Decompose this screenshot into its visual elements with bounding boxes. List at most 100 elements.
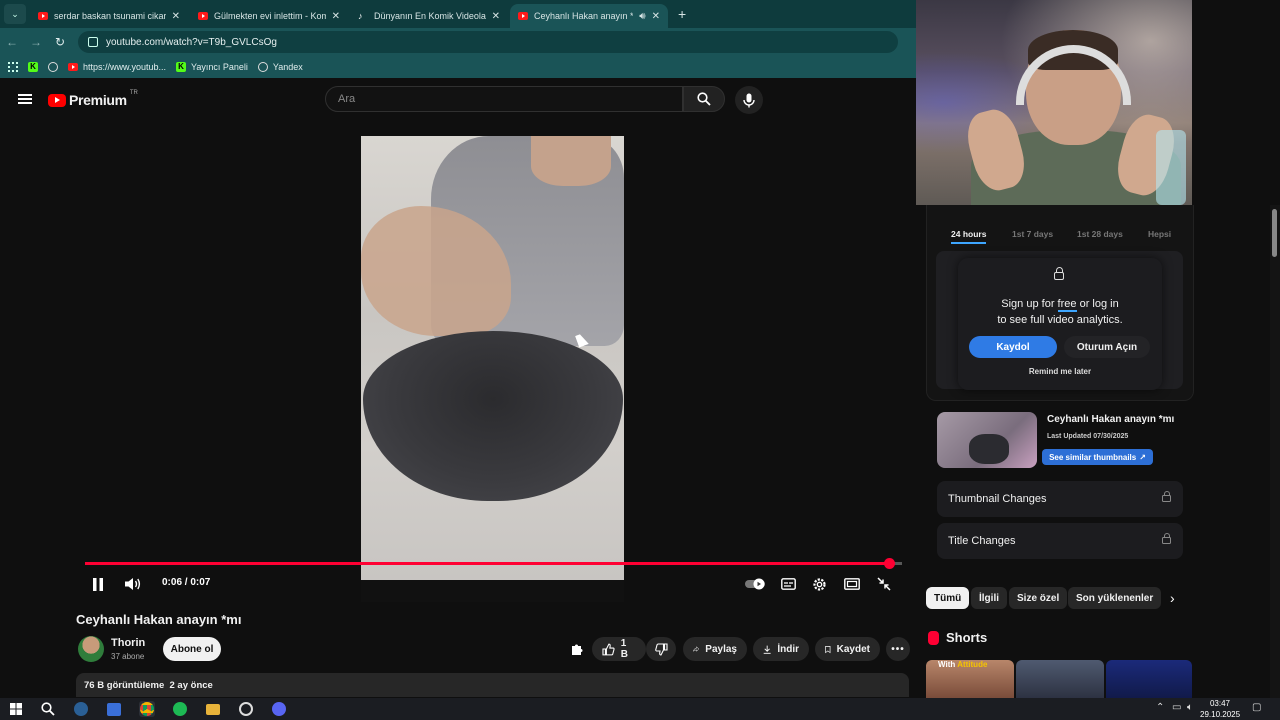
short-thumbnail[interactable] <box>1016 660 1104 698</box>
theater-mode-button[interactable] <box>841 574 863 594</box>
dislike-button[interactable] <box>646 637 676 661</box>
browser-tab-4[interactable]: Ceyhanlı Hakan anayın *mı 🔊︎ ✕ <box>510 4 668 28</box>
chevron-up-icon[interactable]: ⌃ <box>1156 702 1164 713</box>
search-icon[interactable] <box>40 701 56 717</box>
webcam-bottle <box>1156 130 1186 205</box>
close-icon[interactable]: ✕ <box>332 11 340 22</box>
chrome-icon[interactable] <box>139 701 155 717</box>
subscribe-button[interactable]: Abone ol <box>163 637 221 661</box>
thumbs-down-icon <box>654 642 668 656</box>
voice-search-button[interactable] <box>735 86 763 114</box>
back-icon[interactable]: ← <box>0 35 24 49</box>
chip-recently-uploaded[interactable]: Son yüklenenler <box>1068 587 1162 609</box>
thumbnail-preview[interactable] <box>937 412 1037 468</box>
network-icon[interactable]: ▭ <box>1172 702 1181 713</box>
extension-button[interactable] <box>566 637 588 661</box>
login-button[interactable]: Oturum Açın <box>1064 336 1150 358</box>
video-player[interactable]: 0:06 / 0:07 <box>0 122 916 604</box>
site-info-icon[interactable] <box>88 37 98 47</box>
short-thumbnail[interactable] <box>1106 660 1192 698</box>
range-tab-28d[interactable]: 1st 28 days <box>1077 229 1123 239</box>
youtube-logo[interactable]: Premium TR <box>48 90 138 108</box>
chevron-right-icon[interactable]: › <box>1170 590 1175 606</box>
channel-name[interactable]: Thorin <box>111 637 145 649</box>
browser-tab-2[interactable]: Gülmekten evi inlettim - Komik ✕ <box>190 4 348 28</box>
popup-text: Sign up for <box>1001 298 1058 310</box>
browser-tab-1[interactable]: serdar baskan tsunami cikaralı 2... ✕ <box>30 4 188 28</box>
fullscreen-button[interactable] <box>874 574 894 594</box>
external-link-icon: ↗ <box>1139 452 1146 462</box>
download-button[interactable]: İndir <box>753 637 809 661</box>
tab-label: Gülmekten evi inlettim - Komik <box>214 11 326 21</box>
chip-all[interactable]: Tümü <box>926 587 970 609</box>
close-icon[interactable]: ✕ <box>172 11 180 22</box>
notifications-icon[interactable]: ▢ <box>1252 702 1261 713</box>
close-icon[interactable]: ✕ <box>492 11 500 22</box>
channel-avatar[interactable] <box>78 636 104 662</box>
share-button[interactable]: Paylaş <box>683 637 747 661</box>
description-box[interactable]: 76 B görüntüleme 2 ay önce <box>76 673 909 697</box>
video-title: Ceyhanlı Hakan anayın *mı <box>76 612 242 627</box>
video-bowl <box>363 331 623 501</box>
taskbar-clock[interactable]: 03:47 29.10.2025 <box>1200 698 1240 720</box>
obs-icon[interactable] <box>238 701 254 717</box>
subtitles-icon <box>780 578 796 590</box>
bookmark-item[interactable]: Yandex <box>257 62 303 72</box>
search-button[interactable] <box>683 86 725 112</box>
chip-for-you[interactable]: Size özel <box>1009 587 1068 609</box>
pause-button[interactable] <box>88 574 108 594</box>
caption-yellow: Attitude <box>957 660 988 669</box>
thumbnail-changes-row[interactable]: Thumbnail Changes <box>937 481 1183 517</box>
spotify-icon[interactable] <box>172 701 188 717</box>
more-actions-button[interactable]: ••• <box>886 637 910 661</box>
tiktok-icon: ♪ <box>358 11 363 21</box>
page-scrollbar[interactable] <box>1270 205 1280 698</box>
like-button[interactable]: 1 B <box>592 637 646 661</box>
range-tab-24h[interactable]: 24 hours <box>951 229 987 244</box>
remind-later-link[interactable]: Remind me later <box>958 367 1162 376</box>
file-explorer-icon[interactable] <box>205 701 221 717</box>
youtube-icon <box>198 12 208 20</box>
discord-icon[interactable] <box>271 701 287 717</box>
video-frame[interactable] <box>361 136 624 602</box>
search-input[interactable]: Ara <box>325 86 683 112</box>
globe-icon[interactable] <box>48 62 58 72</box>
progress-scrubber[interactable] <box>884 558 896 569</box>
steam-icon[interactable] <box>73 701 89 717</box>
autoplay-toggle[interactable] <box>744 574 768 594</box>
url-input[interactable]: youtube.com/watch?v=T9b_GVLCsOg <box>78 31 898 53</box>
bookmark-item[interactable]: https://www.youtub... <box>68 62 166 72</box>
share-icon <box>693 646 700 652</box>
windows-start-icon[interactable] <box>8 701 24 717</box>
forward-icon[interactable]: → <box>24 35 48 49</box>
row-label: Title Changes <box>948 535 1016 547</box>
bookmark-item[interactable]: K Yayıncı Paneli <box>176 62 248 72</box>
reload-icon[interactable]: ↻ <box>48 35 72 49</box>
menu-icon[interactable] <box>18 94 32 104</box>
volume-icon[interactable]: 🔈︎ <box>1187 702 1193 713</box>
kick-icon[interactable]: K <box>28 62 38 72</box>
similar-thumbnails-button[interactable]: See similar thumbnails ↗ <box>1042 449 1153 465</box>
new-tab-button[interactable]: + <box>678 6 686 22</box>
browser-tab-3[interactable]: ♪ Dünyanın En Komik Videoları #... ✕ <box>350 4 508 28</box>
speaker-icon[interactable]: 🔊︎ <box>639 11 645 22</box>
chip-related[interactable]: İlgili <box>971 587 1007 609</box>
range-tab-7d[interactable]: 1st 7 days <box>1012 229 1053 239</box>
close-icon[interactable]: ✕ <box>652 11 660 22</box>
signup-button[interactable]: Kaydol <box>969 336 1057 358</box>
youtube-play-icon <box>48 93 66 107</box>
autoplay-icon <box>745 578 765 590</box>
tab-search-button[interactable]: ⌄ <box>4 4 26 24</box>
short-thumbnail[interactable]: With Attitude <box>926 660 1014 698</box>
apps-icon[interactable] <box>8 62 18 72</box>
store-icon[interactable] <box>106 701 122 717</box>
settings-button[interactable] <box>809 574 829 594</box>
range-tab-all[interactable]: Hepsi <box>1148 229 1171 239</box>
title-changes-row[interactable]: Title Changes <box>937 523 1183 559</box>
progress-bar[interactable] <box>85 558 902 569</box>
scrollbar-thumb[interactable] <box>1272 209 1277 257</box>
volume-button[interactable] <box>122 574 144 594</box>
subtitles-button[interactable] <box>778 574 798 594</box>
youtube-icon <box>68 63 78 71</box>
save-button[interactable]: Kaydet <box>815 637 880 661</box>
